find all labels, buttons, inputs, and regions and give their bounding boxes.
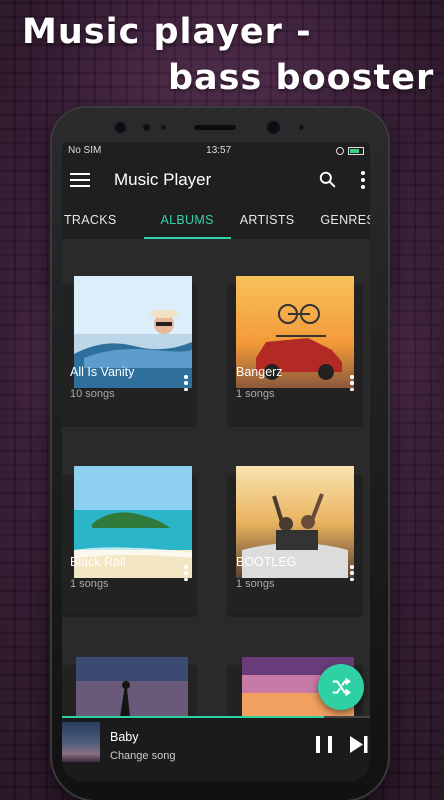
proximity-sensor [114,121,127,134]
album-more-icon[interactable] [183,375,189,391]
clock: 13:57 [206,145,232,156]
pause-icon[interactable] [316,736,332,753]
album-more-icon[interactable] [349,375,355,391]
phone-top-bezel [52,108,388,142]
album-title: All Is Vanity [70,365,135,379]
album-song-count: 10 songs [70,388,115,400]
tab-artists[interactable]: ARTISTS [231,201,304,239]
carrier-label: No SIM [68,145,102,156]
album-grid: All Is Vanity 10 songs Bangerz 1 songs B… [62,239,370,716]
now-playing-subtitle: Change song [110,750,176,762]
front-camera [266,120,281,135]
search-icon[interactable] [319,171,336,188]
album-song-count: 1 songs [70,578,109,590]
album-art-night-sky[interactable] [76,657,188,716]
flash-sensor [298,124,305,131]
phone-frame: No SIM 13:57 Music Player TRACKS ALBUMS … [52,108,388,800]
phone-screen: No SIM 13:57 Music Player TRACKS ALBUMS … [62,142,370,782]
album-title: BOOTLEG [236,555,297,569]
album-more-icon[interactable] [349,565,355,581]
shuffle-icon [332,677,351,697]
light-sensor [142,123,151,132]
skip-next-icon[interactable] [350,736,368,753]
now-playing-bar[interactable]: Baby Change song [62,716,370,782]
now-playing-progress[interactable] [62,716,370,718]
tab-genres[interactable]: GENRES [311,201,370,239]
album-song-count: 1 songs [236,578,275,590]
earpiece-speaker [194,125,236,130]
app-title: Music Player [114,170,212,189]
app-bar: Music Player [62,159,370,201]
album-title: Black Rail [70,555,126,569]
now-playing-art[interactable] [62,722,100,762]
tab-tracks[interactable]: TRACKS [62,201,126,239]
status-icons [336,146,364,155]
album-more-icon[interactable] [183,565,189,581]
hamburger-icon[interactable] [70,173,90,187]
now-playing-title: Baby [110,730,139,744]
battery-icon [348,146,364,155]
iris-sensor [160,124,167,131]
tab-albums[interactable]: ALBUMS [143,201,231,239]
progress-fill [62,716,324,718]
alarm-icon [336,146,344,155]
promo-headline-line1: Music player - [22,12,312,52]
promo-headline-line2: bass booster [168,58,435,98]
status-bar: No SIM 13:57 [62,142,370,159]
shuffle-button[interactable] [318,664,364,710]
phone-bottom-bezel [52,782,388,800]
album-title: Bangerz [236,365,283,379]
tab-bar: TRACKS ALBUMS ARTISTS GENRES [62,201,370,239]
more-vertical-icon[interactable] [360,171,366,189]
album-song-count: 1 songs [236,388,275,400]
